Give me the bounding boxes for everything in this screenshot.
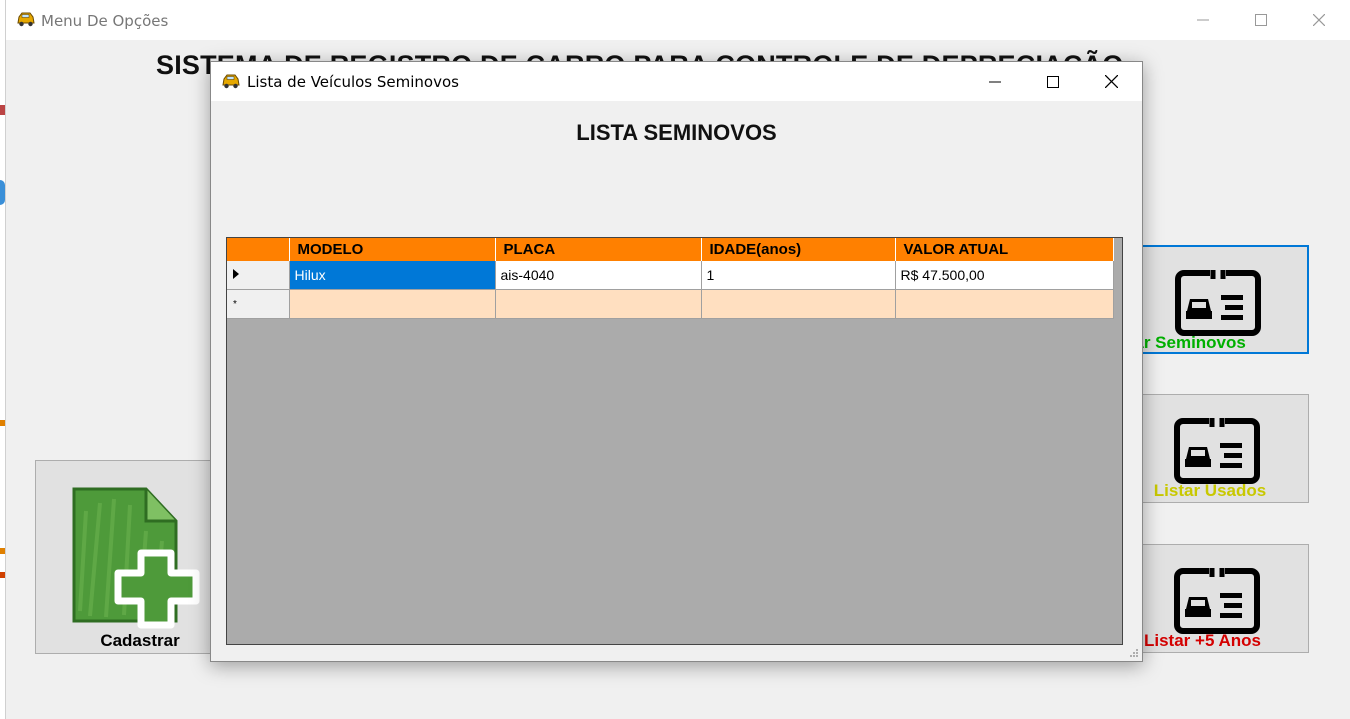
row-pointer-icon — [233, 268, 239, 279]
cell-modelo[interactable]: Hilux — [289, 261, 496, 290]
listar-seminovos-button[interactable]: Listar Seminovos — [1104, 245, 1309, 354]
new-cell-placa[interactable] — [495, 289, 702, 319]
cell-idade[interactable]: 1 — [701, 261, 896, 290]
vehicle-card-icon — [1174, 565, 1260, 634]
close-icon — [1104, 75, 1118, 88]
column-header-placa[interactable]: PLACA — [495, 238, 702, 261]
table-row[interactable]: Hilux ais-4040 1 R$ 47.500,00 — [227, 261, 1114, 290]
listar-5-anos-button[interactable]: Listar +5 Anos — [1121, 544, 1309, 653]
child-window-title: Lista de Veículos Seminovos — [247, 73, 459, 91]
cell-valor[interactable]: R$ 47.500,00 — [895, 261, 1114, 290]
new-row[interactable]: * — [227, 289, 1114, 319]
child-maximize-button[interactable] — [1024, 62, 1082, 101]
main-window-title: Menu De Opções — [41, 12, 169, 30]
column-header-valor[interactable]: VALOR ATUAL — [895, 238, 1114, 261]
main-close-button[interactable] — [1290, 0, 1348, 40]
cell-placa[interactable]: ais-4040 — [495, 261, 702, 290]
maximize-icon — [1047, 75, 1059, 88]
close-icon — [1313, 14, 1325, 26]
vehicle-card-icon — [1175, 267, 1261, 336]
resize-grip-icon[interactable] — [1129, 648, 1139, 658]
main-minimize-button[interactable] — [1174, 0, 1232, 40]
new-cell-modelo[interactable] — [289, 289, 496, 319]
child-close-button[interactable] — [1082, 62, 1140, 101]
car-app-icon — [16, 10, 36, 33]
new-cell-valor[interactable] — [895, 289, 1114, 319]
child-minimize-button[interactable] — [966, 62, 1024, 101]
minimize-icon — [1197, 19, 1209, 21]
main-title-bar[interactable]: Menu De Opções — [6, 0, 1350, 40]
column-header-idade[interactable]: IDADE(anos) — [701, 238, 896, 261]
add-document-icon — [72, 487, 200, 629]
row-header[interactable] — [227, 261, 290, 290]
vehicle-card-icon — [1174, 415, 1260, 484]
child-title-bar[interactable]: Lista de Veículos Seminovos — [211, 62, 1142, 101]
new-row-header[interactable]: * — [227, 289, 290, 319]
main-maximize-button[interactable] — [1232, 0, 1290, 40]
grid-header-row: MODELO PLACA IDADE(anos) VALOR ATUAL — [227, 238, 1114, 261]
maximize-icon — [1255, 14, 1267, 26]
minimize-icon — [989, 81, 1001, 82]
lista-seminovos-window: Lista de Veículos Seminovos LISTA SEMINO… — [210, 61, 1143, 662]
child-heading: LISTA SEMINOVOS — [576, 120, 777, 145]
listar-usados-button[interactable]: Listar Usados — [1121, 394, 1309, 503]
car-app-icon — [221, 72, 241, 95]
column-header-modelo[interactable]: MODELO — [289, 238, 496, 261]
new-cell-idade[interactable] — [701, 289, 896, 319]
veiculos-data-grid[interactable]: MODELO PLACA IDADE(anos) VALOR ATUAL Hil… — [226, 237, 1123, 645]
row-header-corner[interactable] — [227, 238, 290, 261]
